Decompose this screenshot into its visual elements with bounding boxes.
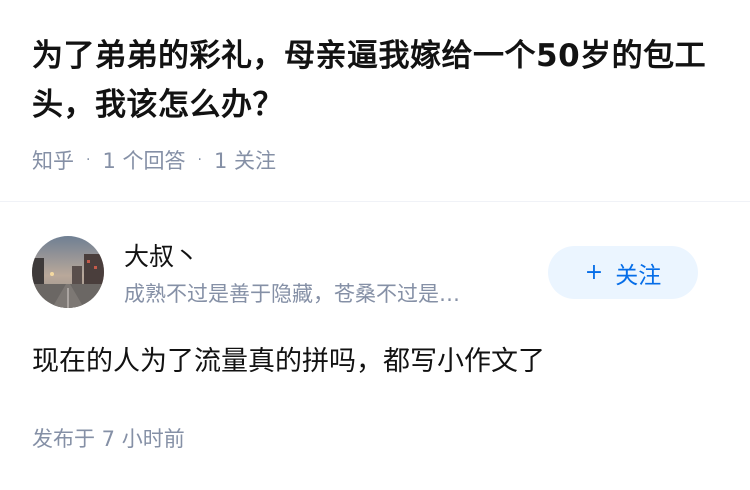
meta-separator: · [86,152,91,168]
answer-count[interactable]: 1 个回答 [102,145,185,175]
question-meta: 知乎 · 1 个回答 · 1 关注 [32,145,276,175]
follower-count[interactable]: 1 关注 [214,145,276,175]
publish-time: 发布于 7 小时前 [32,427,185,451]
meta-separator: · [197,152,202,168]
follow-button[interactable]: + 关注 [548,246,698,299]
plus-icon: + [584,260,604,285]
avatar[interactable] [32,236,104,308]
question-title[interactable]: 为了弟弟的彩礼，母亲逼我嫁给一个50岁的包工头，我该怎么办？ [32,32,712,130]
author-name[interactable]: 大叔丶 [124,237,199,273]
follow-label: 关注 [615,262,662,289]
source-label[interactable]: 知乎 [32,145,74,175]
answer-content[interactable]: 现在的人为了流量真的拼吗，都写小作文了 [32,339,545,378]
divider [0,201,750,202]
author-bio: 成熟不过是善于隐藏，苍桑不过是… [124,282,460,306]
